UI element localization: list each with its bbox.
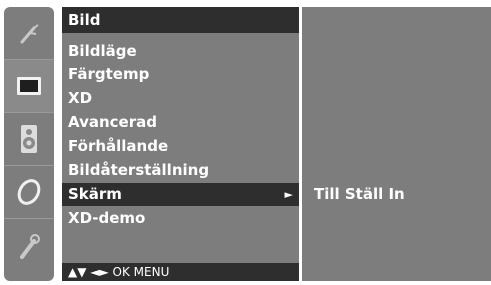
audio-category[interactable] [4,113,54,166]
menu-item-label: Bildläge [68,42,137,60]
picture-icon [17,77,41,95]
tv-osd-screen: Bild Bildläge Färgtemp XD Avancerad Förh… [0,0,491,285]
time-category[interactable] [4,166,54,219]
submenu-item-till-stall-in[interactable]: Till Ställ In [314,185,405,203]
menu-item-label: XD [68,89,93,107]
menu-item-xd-demo[interactable]: XD-demo [62,207,299,230]
menu-item-bildlage[interactable]: Bildläge [62,40,299,63]
menu-item-skarm[interactable]: Skärm ► [62,183,299,206]
navigation-hint: ▲▼ ◄► OK MENU [62,263,299,281]
menu-title: Bild [62,7,299,33]
picture-category[interactable] [4,60,54,113]
menu-item-bildaterstallning[interactable]: Bildåterställning [62,159,299,182]
menu-item-label: Färgtemp [68,65,150,83]
menu-item-xd[interactable]: XD [62,87,299,110]
clock-icon [17,179,41,205]
picture-menu-panel: Bild Bildläge Färgtemp XD Avancerad Förh… [62,7,299,281]
menu-item-label: Avancerad [68,113,157,131]
category-icon-bar [4,7,54,281]
menu-item-label: Förhållande [68,137,169,155]
key-icon [20,233,40,259]
menu-item-avancerad[interactable]: Avancerad [62,111,299,134]
submenu-panel: Till Ställ In [302,7,491,281]
antenna-category[interactable] [4,7,54,60]
menu-item-label: Skärm [68,185,122,203]
speaker-icon [21,125,37,153]
antenna-icon [20,24,39,44]
menu-item-fargtemp[interactable]: Färgtemp [62,63,299,86]
submenu-arrow-icon: ► [284,188,293,201]
menu-item-forhallande[interactable]: Förhållande [62,135,299,158]
lock-category[interactable] [4,219,54,272]
menu-item-label: Bildåterställning [68,161,210,179]
menu-item-label: XD-demo [68,209,146,227]
